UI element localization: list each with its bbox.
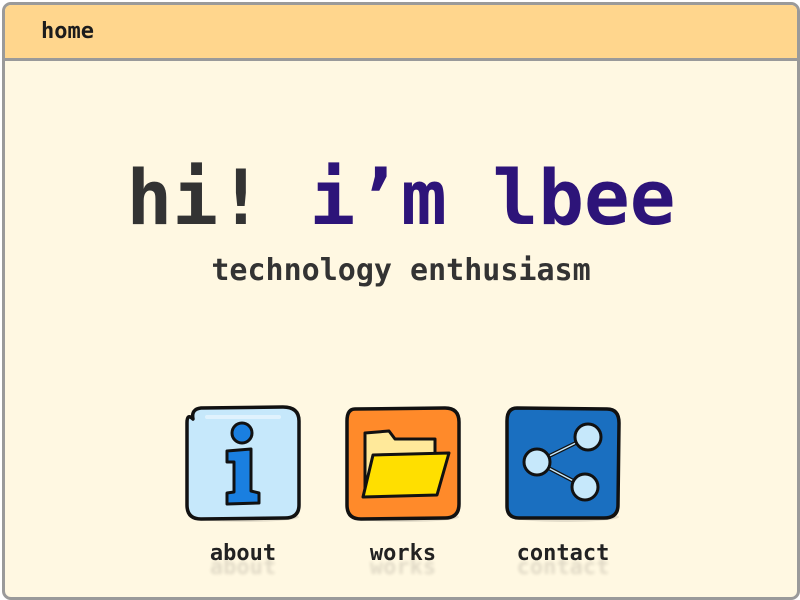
about-label: about: [209, 541, 277, 566]
home-window: home hi! i’m lbee technology enthusiasm …: [2, 2, 800, 600]
window-titlebar[interactable]: home: [5, 5, 797, 61]
contact-label: contact: [516, 541, 610, 566]
hero-heading: hi! i’m lbee: [5, 153, 797, 243]
hero-tagline: technology enthusiasm: [211, 253, 591, 288]
about-button[interactable]: about: [183, 405, 303, 575]
window-title: home: [41, 19, 94, 44]
hero-name: i’m lbee: [309, 153, 676, 242]
share-icon: [505, 406, 621, 522]
works-button[interactable]: works: [343, 405, 463, 575]
hero-greeting: hi!: [126, 153, 264, 242]
folder-icon: [345, 406, 461, 522]
works-label: works: [369, 541, 437, 566]
contact-button[interactable]: contact: [503, 405, 623, 575]
info-icon: [185, 405, 301, 522]
